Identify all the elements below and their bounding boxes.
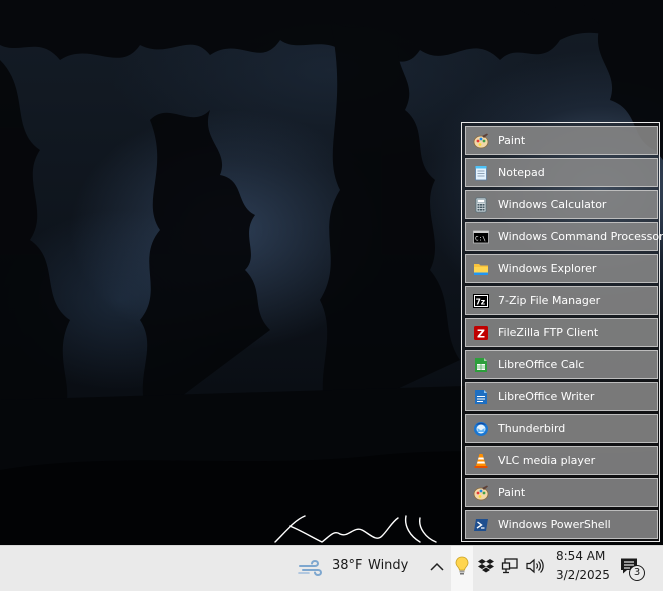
svg-text:7z: 7z [476,297,486,306]
menu-item-label: Notepad [498,166,545,179]
vlc-icon [474,454,488,468]
menu-item-label: LibreOffice Writer [498,390,595,403]
notepad-icon [475,166,487,181]
libreoffice-calc-icon [475,358,487,372]
menu-item-label: Windows PowerShell [498,518,611,531]
svg-text:Z: Z [477,328,485,341]
menu-item-windows-command-processor[interactable]: C:\ Windows Command Processor [465,222,663,251]
weather-widget[interactable]: 38°F Windy [296,552,414,586]
menu-item-label: Paint [498,486,526,499]
notification-badge: 3 [629,565,645,581]
dropbox-icon[interactable] [477,557,495,575]
notification-center-button[interactable]: 3 [618,552,648,584]
network-icon[interactable] [501,557,519,575]
volume-icon[interactable] [525,557,545,575]
7zip-icon: 7z [473,294,489,308]
menu-item-label: VLC media player [498,454,596,467]
taskbar: 38°F Windy 8:54 AM 3/2/2025 3 [0,545,663,591]
wind-icon [298,559,322,577]
filezilla-icon: Z [474,326,488,341]
calculator-icon [475,197,487,213]
paint-icon [473,485,489,501]
menu-item-label: FileZilla FTP Client [498,326,599,339]
notification-count: 3 [633,567,641,578]
menu-item-windows-calculator[interactable]: Windows Calculator [465,190,658,219]
cmd-icon: C:\ [473,230,489,244]
launcher-popup: Paint Notepad Windows Calculator C:\ Win… [461,122,663,542]
powershell-icon [474,519,488,531]
menu-item-paint[interactable]: Paint [465,126,658,155]
wallpaper-signature [274,515,437,543]
menu-item-label: Thunderbird [498,422,566,435]
weather-temp: 38°F [332,558,363,573]
menu-item-windows-explorer[interactable]: Windows Explorer [465,254,658,283]
menu-item-label: 7-Zip File Manager [498,294,601,307]
menu-item-filezilla-ftp-client[interactable]: Z FileZilla FTP Client [465,318,658,347]
paint-icon [473,133,489,149]
thunderbird-icon [474,422,488,436]
libreoffice-writer-icon [475,390,487,404]
menu-item-libreoffice-calc[interactable]: LibreOffice Calc [465,350,658,379]
menu-item-vlc-media-player[interactable]: VLC media player [465,446,658,475]
clock-date: 3/2/2025 [556,568,610,582]
menu-item-libreoffice-writer[interactable]: LibreOffice Writer [465,382,658,411]
menu-item-label: Paint [498,134,526,147]
clock-time: 8:54 AM [556,549,606,563]
menu-item-paint-2[interactable]: Paint [465,478,658,507]
menu-item-thunderbird[interactable]: Thunderbird [465,414,658,443]
chevron-up-icon[interactable] [429,559,445,575]
menu-item-label: LibreOffice Calc [498,358,585,371]
menu-item-7zip-file-manager[interactable]: 7z 7-Zip File Manager [465,286,658,315]
folder-icon [474,264,488,275]
bulb-icon[interactable] [455,556,469,576]
weather-condition: Windy [368,558,409,573]
svg-text:C:\: C:\ [475,236,486,243]
menu-item-label: Windows Explorer [498,262,597,275]
menu-item-label: Windows Command Processor [498,230,663,243]
menu-item-notepad[interactable]: Notepad [465,158,658,187]
menu-item-windows-powershell[interactable]: Windows PowerShell [465,510,658,539]
menu-item-label: Windows Calculator [498,198,607,211]
